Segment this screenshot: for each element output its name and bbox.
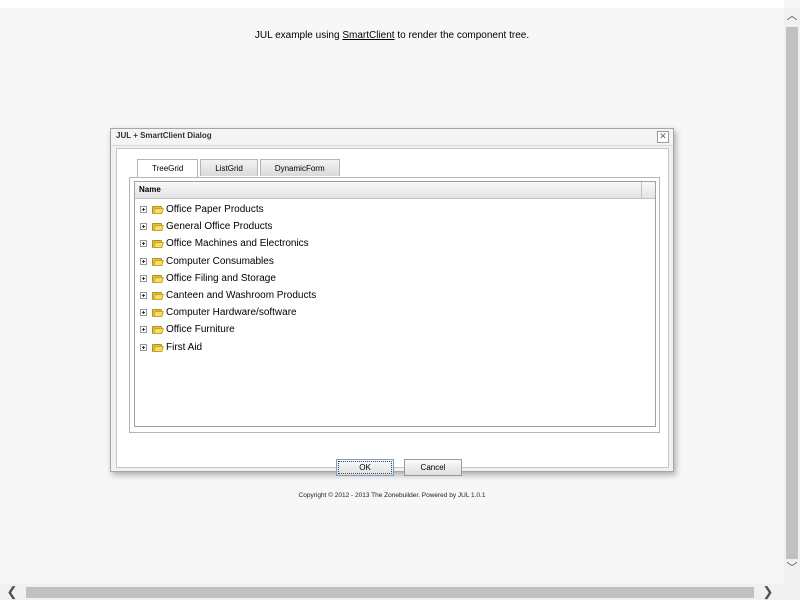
- scroll-left-icon[interactable]: ❮: [4, 584, 20, 600]
- plus-expand-icon[interactable]: [140, 206, 147, 214]
- tree-row-label: First Aid: [166, 341, 203, 353]
- tree-row-label: Computer Consumables: [166, 255, 274, 267]
- horizontal-scroll-thumb[interactable]: [26, 587, 754, 598]
- tree-row-label: General Office Products: [166, 221, 273, 233]
- vertical-scrollbar[interactable]: ︿ ﹀: [784, 8, 800, 584]
- column-header-name[interactable]: Name: [139, 185, 161, 194]
- cancel-button[interactable]: Cancel: [404, 459, 462, 476]
- ok-button[interactable]: OK: [336, 459, 394, 476]
- dialog-header[interactable]: JUL + SmartClient Dialog ✕: [111, 129, 673, 146]
- page: JUL example using SmartClient to render …: [0, 0, 800, 600]
- tree-row-label: Office Machines and Electronics: [166, 238, 309, 250]
- smartclient-link[interactable]: SmartClient: [342, 30, 394, 41]
- horizontal-scrollbar[interactable]: ❮ ❯: [0, 584, 784, 600]
- plus-expand-icon[interactable]: [140, 309, 147, 317]
- tree-row-label: Computer Hardware/software: [166, 307, 297, 319]
- tree-row-label: Canteen and Washroom Products: [166, 290, 317, 302]
- plus-expand-icon[interactable]: [140, 326, 147, 334]
- tree-rows: Office Paper Products General Office Pro…: [135, 201, 655, 356]
- folder-icon: [152, 343, 164, 352]
- tab-dynamicform[interactable]: DynamicForm: [259, 159, 340, 176]
- plus-expand-icon[interactable]: [140, 343, 147, 351]
- dialog-body: TreeGrid ListGrid DynamicForm Name Offic…: [116, 148, 669, 476]
- folder-icon: [152, 257, 164, 266]
- dialog-window: JUL + SmartClient Dialog ✕ TreeGrid List…: [110, 128, 674, 476]
- intro-suffix: to render the component tree.: [394, 30, 530, 41]
- folder-icon: [152, 325, 164, 335]
- plus-expand-icon[interactable]: [140, 240, 147, 248]
- top-strip: [0, 0, 784, 8]
- grid-header: Name: [135, 182, 655, 199]
- tab-listgrid[interactable]: ListGrid: [200, 159, 258, 176]
- tree-row[interactable]: Canteen and Washroom Products: [135, 287, 655, 304]
- tab-bar: TreeGrid ListGrid DynamicForm: [137, 159, 342, 177]
- tree-row-label: Office Paper Products: [166, 204, 264, 216]
- folder-icon: [152, 222, 164, 232]
- tree-row[interactable]: Office Paper Products: [135, 201, 655, 218]
- tree-row[interactable]: General Office Products: [135, 218, 655, 235]
- tree-row-label: Office Filing and Storage: [166, 272, 276, 284]
- scroll-down-icon[interactable]: ﹀: [784, 560, 800, 576]
- tree-row[interactable]: First Aid: [135, 339, 655, 356]
- scrollbar-corner: [784, 584, 800, 600]
- tree-grid: Name Office Paper Products General Offic…: [134, 181, 656, 427]
- intro-text: JUL example using SmartClient to render …: [0, 30, 784, 41]
- tab-treegrid[interactable]: TreeGrid: [137, 159, 199, 177]
- plus-expand-icon[interactable]: [140, 257, 147, 265]
- copyright-text: Copyright © 2012 - 2013 The Zonebuilder.…: [298, 492, 486, 499]
- tree-row[interactable]: Office Machines and Electronics: [135, 235, 655, 252]
- tree-row[interactable]: Office Furniture: [135, 321, 655, 338]
- intro-prefix: JUL example using: [254, 30, 343, 41]
- folder-icon: [152, 205, 164, 215]
- dialog-title: JUL + SmartClient Dialog: [116, 131, 212, 140]
- folder-icon: [152, 274, 164, 283]
- scroll-up-icon[interactable]: ︿: [784, 8, 800, 24]
- tree-row[interactable]: Office Filing and Storage: [135, 270, 655, 287]
- scroll-right-icon[interactable]: ❯: [760, 584, 776, 600]
- close-icon[interactable]: ✕: [657, 131, 669, 143]
- plus-expand-icon[interactable]: [140, 274, 147, 282]
- plus-expand-icon[interactable]: [140, 223, 147, 231]
- plus-expand-icon[interactable]: [140, 292, 147, 300]
- tree-row[interactable]: Computer Hardware/software: [135, 304, 655, 321]
- folder-icon: [152, 291, 164, 301]
- tab-pane: Name Office Paper Products General Offic…: [129, 177, 660, 433]
- tree-row[interactable]: Computer Consumables: [135, 253, 655, 270]
- header-menu-button[interactable]: [641, 182, 655, 198]
- folder-icon: [152, 308, 164, 318]
- folder-icon: [152, 239, 164, 249]
- tree-row-label: Office Furniture: [166, 324, 235, 336]
- vertical-scroll-thumb[interactable]: [786, 27, 798, 559]
